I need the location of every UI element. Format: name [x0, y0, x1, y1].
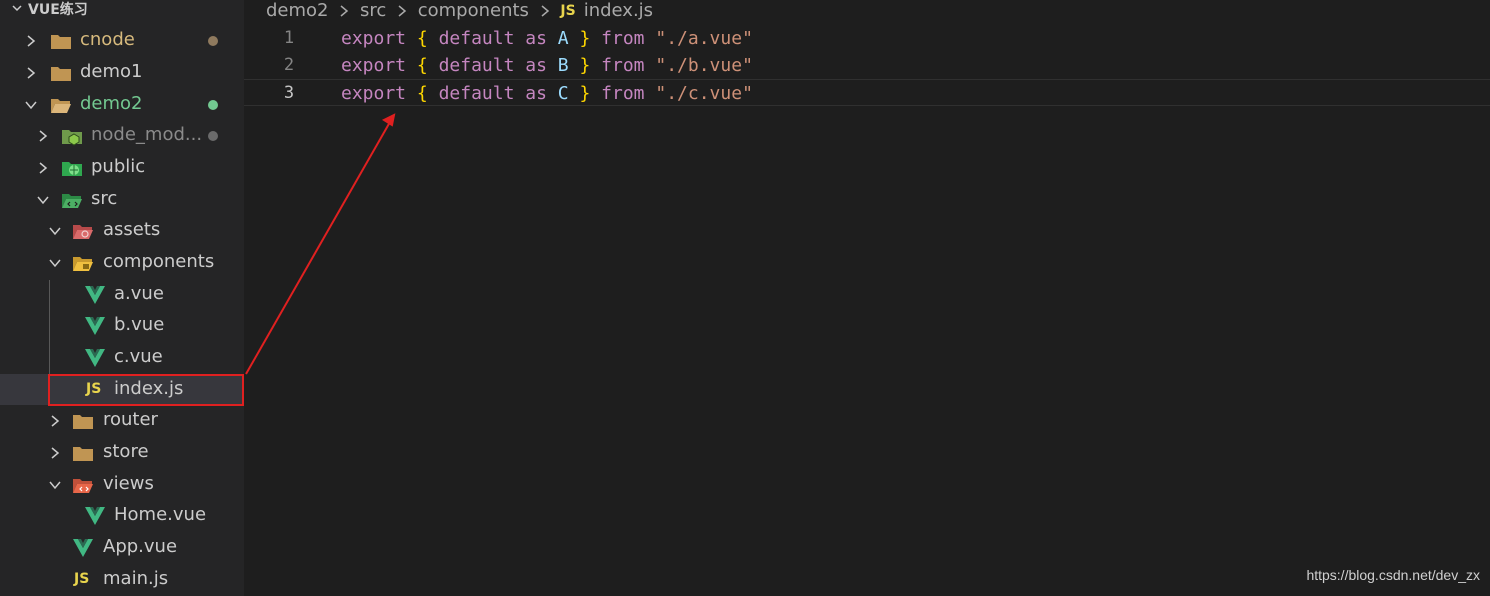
code-line-active[interactable]: 3 export { default as C } from "./c.vue"	[244, 79, 1490, 106]
js-file-icon: JS	[560, 3, 576, 19]
tree-item-app-vue[interactable]: App.vue	[0, 532, 244, 563]
folder-icon	[73, 447, 93, 461]
tree-item-views[interactable]: views	[0, 469, 244, 500]
chevron-right-icon	[51, 415, 60, 427]
chevron-down-icon	[49, 481, 61, 490]
line-number: 2	[283, 55, 295, 75]
tree-item-label: demo2	[80, 93, 143, 114]
node-folder-icon	[62, 130, 82, 146]
breadcrumb-item-src[interactable]: src	[360, 0, 386, 21]
breadcrumb: demo2 src components JS index.js	[266, 0, 653, 22]
tree-item-label: demo1	[80, 61, 143, 82]
chevron-right-icon	[27, 67, 36, 79]
breadcrumb-item-demo2[interactable]: demo2	[266, 0, 329, 21]
tree-item-label: c.vue	[114, 346, 163, 367]
tree-item-label: a.vue	[114, 283, 164, 304]
tree-item-cnode[interactable]: cnode	[0, 25, 244, 56]
code-line[interactable]: 2 export { default as B } from "./b.vue"	[244, 52, 1490, 79]
tree-item-home-vue[interactable]: Home.vue	[0, 500, 244, 531]
vue-file-icon	[85, 349, 105, 367]
vue-file-icon	[85, 286, 105, 304]
code-text: export { default as B } from "./b.vue"	[341, 55, 753, 76]
tree-item-label: components	[103, 251, 215, 272]
folder-open-icon	[51, 99, 71, 113]
chevron-right-icon	[398, 5, 407, 17]
ignored-indicator	[208, 131, 218, 141]
chevron-down-icon	[49, 259, 61, 268]
tree-item-assets[interactable]: assets	[0, 215, 244, 246]
code-editor[interactable]: demo2 src components JS index.js 1 export…	[244, 0, 1490, 596]
views-folder-icon	[73, 479, 93, 493]
tree-item-label: node_mod...	[91, 124, 203, 145]
tree-item-public[interactable]: public	[0, 152, 244, 183]
untracked-indicator	[208, 100, 218, 110]
tree-item-label: App.vue	[103, 536, 178, 557]
chevron-down-icon	[37, 196, 49, 205]
tree-item-src[interactable]: src	[0, 184, 244, 215]
public-folder-icon	[62, 162, 82, 176]
chevron-right-icon	[51, 447, 60, 459]
tree-item-main-js[interactable]: JS main.js	[0, 564, 244, 595]
tree-item-b-vue[interactable]: b.vue	[0, 310, 244, 341]
breadcrumb-item-components[interactable]: components	[418, 0, 529, 21]
js-file-icon: JS	[74, 571, 90, 587]
tree-item-components[interactable]: components	[0, 247, 244, 278]
line-number: 3	[283, 83, 295, 103]
folder-icon	[73, 415, 93, 429]
tree-item-router[interactable]: router	[0, 405, 244, 436]
vue-file-icon	[85, 317, 105, 335]
tree-item-label: Home.vue	[114, 504, 207, 525]
chevron-right-icon	[39, 130, 48, 142]
tree-item-label: main.js	[103, 568, 169, 589]
modified-indicator	[208, 36, 218, 46]
chevron-right-icon	[541, 5, 549, 17]
tree-item-demo1[interactable]: demo1	[0, 57, 244, 88]
code-line[interactable]: 1 export { default as A } from "./a.vue"	[244, 25, 1490, 52]
src-folder-icon	[62, 194, 82, 208]
chevron-right-icon	[340, 5, 349, 17]
components-folder-icon	[73, 257, 93, 271]
tree-item-label: b.vue	[114, 314, 165, 335]
explorer-root-header[interactable]: VUE练习	[0, 0, 244, 20]
tree-item-store[interactable]: store	[0, 437, 244, 468]
explorer-root-label: VUE练习	[28, 2, 88, 18]
annotation-highlight-box	[48, 374, 244, 406]
vue-file-icon	[85, 507, 105, 525]
tree-item-node-modules[interactable]: node_mod...	[0, 120, 244, 151]
tree-item-demo2[interactable]: demo2	[0, 89, 244, 120]
assets-folder-icon	[73, 225, 93, 239]
line-number: 1	[283, 28, 295, 48]
tree-item-label: router	[103, 409, 158, 430]
code-text: export { default as C } from "./c.vue"	[341, 83, 753, 104]
tree-item-label: views	[103, 473, 154, 494]
tree-item-label: public	[91, 156, 146, 177]
folder-icon	[51, 67, 71, 81]
folder-icon	[51, 35, 71, 49]
vue-file-icon	[73, 539, 93, 557]
chevron-right-icon	[27, 35, 36, 47]
tree-item-a-vue[interactable]: a.vue	[0, 279, 244, 310]
chevron-down-icon	[12, 5, 22, 12]
chevron-right-icon	[39, 162, 48, 174]
breadcrumb-item-file[interactable]: index.js	[584, 0, 653, 21]
chevron-down-icon	[49, 227, 61, 236]
tree-item-label: cnode	[80, 29, 135, 50]
watermark: https://blog.csdn.net/dev_zx	[1306, 567, 1480, 583]
explorer-sidebar: VUE练习 cnode demo1 demo2 node_mod... publ…	[0, 0, 244, 596]
code-text: export { default as A } from "./a.vue"	[341, 28, 753, 49]
tree-item-label: src	[91, 188, 118, 209]
tree-item-label: store	[103, 441, 149, 462]
tree-item-label: assets	[103, 219, 161, 240]
chevron-down-icon	[25, 101, 37, 110]
tree-item-c-vue[interactable]: c.vue	[0, 342, 244, 373]
